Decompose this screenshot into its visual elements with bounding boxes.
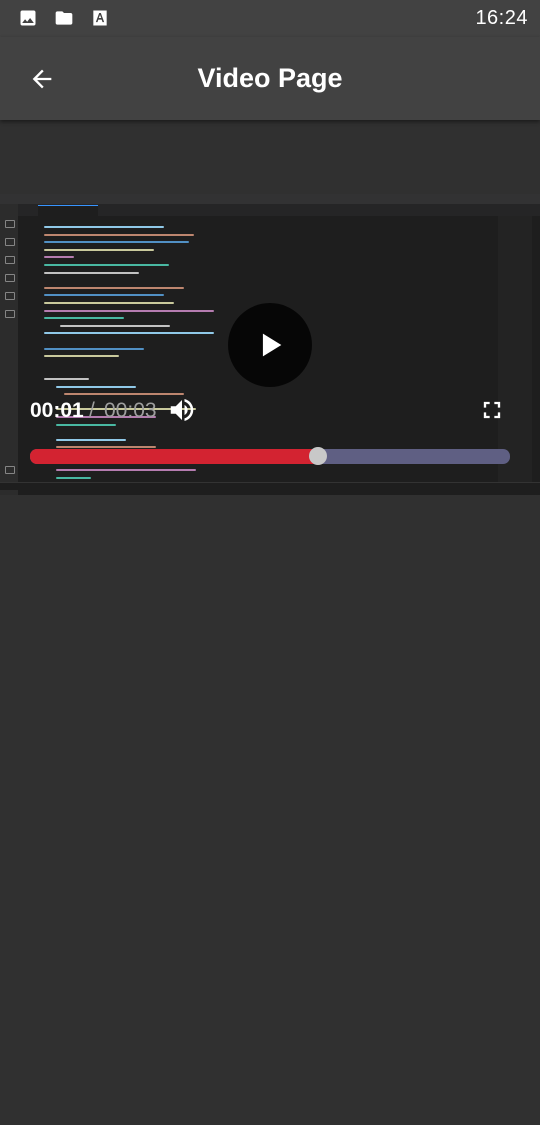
page-title: Video Page [197, 63, 343, 93]
code-line [44, 294, 164, 297]
code-line [56, 476, 91, 479]
video-frame-tabs [18, 204, 540, 216]
code-line [44, 302, 174, 304]
app-bar: Video Page [0, 37, 540, 120]
total-time: 00:03 [104, 399, 157, 422]
code-line [44, 355, 119, 358]
video-frame-titlebar [0, 194, 540, 204]
status-icons [17, 8, 111, 28]
code-line [44, 226, 164, 228]
code-line [44, 241, 189, 244]
video-frame-gutter [18, 216, 40, 486]
seek-bar[interactable] [30, 447, 510, 465]
video-frame-statusbar [0, 482, 540, 490]
fullscreen-button[interactable] [478, 396, 506, 424]
play-icon [262, 333, 282, 357]
seek-bar-thumb[interactable] [309, 447, 327, 465]
time-separator: / [89, 399, 95, 422]
code-line [44, 286, 184, 289]
code-line [60, 324, 170, 327]
text-document-icon [93, 10, 107, 26]
video-frame-activity-bar [0, 204, 18, 495]
seek-bar-played [30, 449, 318, 464]
code-line [44, 248, 154, 251]
code-line [56, 385, 136, 388]
play-button[interactable] [228, 303, 312, 387]
code-line [44, 264, 169, 266]
code-line [56, 423, 116, 426]
code-line [44, 378, 89, 380]
code-line [44, 347, 144, 350]
code-line [44, 317, 124, 320]
folder-icon [55, 11, 73, 25]
volume-up-icon [170, 399, 194, 421]
volume-button[interactable] [166, 395, 198, 425]
code-line [44, 256, 74, 259]
fullscreen-icon [483, 401, 501, 419]
code-line [44, 332, 214, 335]
image-icon [20, 10, 36, 26]
video-frame-minimap [498, 216, 532, 486]
current-time: 00:01 [30, 399, 84, 422]
code-line [44, 271, 139, 274]
code-line [44, 233, 194, 236]
code-line [56, 469, 196, 472]
code-line [44, 309, 214, 312]
video-player[interactable]: 00:01 / 00:03 [0, 194, 540, 495]
status-time: 16:24 [475, 7, 528, 29]
status-bar: 16:24 [0, 0, 540, 37]
code-line [56, 438, 126, 441]
